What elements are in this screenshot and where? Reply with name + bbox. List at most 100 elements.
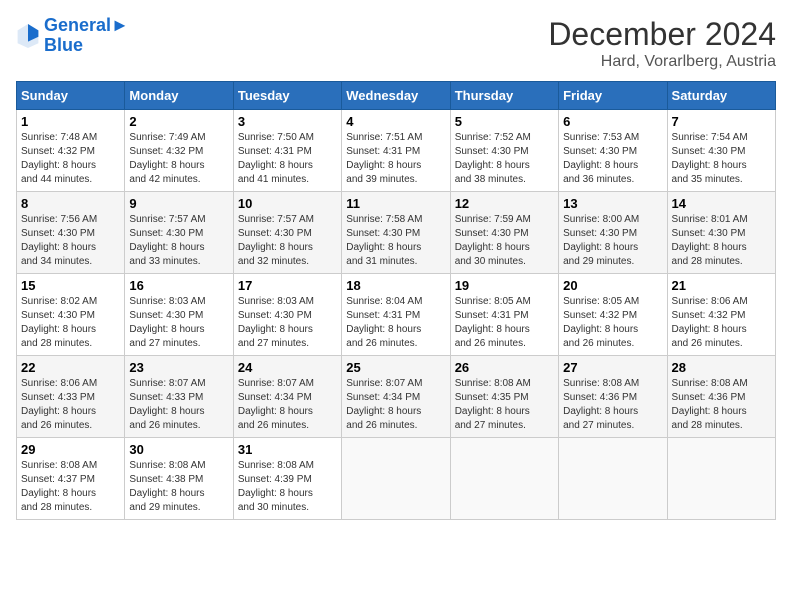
calendar-week-row: 22 Sunrise: 8:06 AM Sunset: 4:33 PM Dayli… [17, 356, 776, 438]
calendar-cell: 5 Sunrise: 7:52 AM Sunset: 4:30 PM Daylig… [450, 110, 558, 192]
day-info: Sunrise: 7:50 AM Sunset: 4:31 PM Dayligh… [238, 131, 337, 187]
calendar-cell: 22 Sunrise: 8:06 AM Sunset: 4:33 PM Dayli… [17, 356, 125, 438]
day-number: 29 [21, 442, 120, 457]
location-title: Hard, Vorarlberg, Austria [548, 53, 776, 71]
calendar-cell: 21 Sunrise: 8:06 AM Sunset: 4:32 PM Dayli… [667, 274, 775, 356]
logo-general: General [44, 15, 111, 35]
day-number: 8 [21, 196, 120, 211]
page-header: General► Blue December 2024 Hard, Vorarl… [16, 16, 776, 71]
day-info: Sunrise: 7:54 AM Sunset: 4:30 PM Dayligh… [672, 131, 771, 187]
calendar-cell: 27 Sunrise: 8:08 AM Sunset: 4:36 PM Dayli… [559, 356, 667, 438]
calendar-cell: 4 Sunrise: 7:51 AM Sunset: 4:31 PM Daylig… [342, 110, 450, 192]
calendar-cell: 1 Sunrise: 7:48 AM Sunset: 4:32 PM Daylig… [17, 110, 125, 192]
day-number: 30 [129, 442, 228, 457]
day-info: Sunrise: 8:06 AM Sunset: 4:32 PM Dayligh… [672, 295, 771, 351]
calendar-cell: 10Sunrise: 7:57 AM Sunset: 4:30 PM Dayli… [233, 192, 341, 274]
weekday-header: Tuesday [233, 82, 341, 110]
day-number: 4 [346, 114, 445, 129]
day-number: 26 [455, 360, 554, 375]
day-number: 13 [563, 196, 662, 211]
calendar-cell: 18Sunrise: 8:04 AM Sunset: 4:31 PM Dayli… [342, 274, 450, 356]
day-number: 23 [129, 360, 228, 375]
day-number: 21 [672, 278, 771, 293]
calendar-cell: 8 Sunrise: 7:56 AM Sunset: 4:30 PM Daylig… [17, 192, 125, 274]
day-number: 20 [563, 278, 662, 293]
calendar-week-row: 29 Sunrise: 8:08 AM Sunset: 4:37 PM Dayli… [17, 438, 776, 520]
calendar-table: SundayMondayTuesdayWednesdayThursdayFrid… [16, 81, 776, 520]
day-number: 5 [455, 114, 554, 129]
day-number: 1 [21, 114, 120, 129]
day-info: Sunrise: 8:08 AM Sunset: 4:35 PM Dayligh… [455, 377, 554, 433]
day-number: 19 [455, 278, 554, 293]
calendar-cell: 15Sunrise: 8:02 AM Sunset: 4:30 PM Dayli… [17, 274, 125, 356]
day-info: Sunrise: 8:05 AM Sunset: 4:32 PM Dayligh… [563, 295, 662, 351]
day-info: Sunrise: 7:59 AM Sunset: 4:30 PM Dayligh… [455, 213, 554, 269]
day-number: 24 [238, 360, 337, 375]
calendar-cell: 20 Sunrise: 8:05 AM Sunset: 4:32 PM Dayli… [559, 274, 667, 356]
weekday-header-row: SundayMondayTuesdayWednesdayThursdayFrid… [17, 82, 776, 110]
day-number: 18 [346, 278, 445, 293]
day-number: 11 [346, 196, 445, 211]
calendar-cell: 11 Sunrise: 7:58 AM Sunset: 4:30 PM Dayli… [342, 192, 450, 274]
calendar-cell: 30 Sunrise: 8:08 AM Sunset: 4:38 PM Dayli… [125, 438, 233, 520]
day-number: 27 [563, 360, 662, 375]
day-number: 17 [238, 278, 337, 293]
weekday-header: Wednesday [342, 82, 450, 110]
calendar-cell: 31 Sunrise: 8:08 AM Sunset: 4:39 PM Dayli… [233, 438, 341, 520]
calendar-cell: 6Sunrise: 7:53 AM Sunset: 4:30 PM Daylig… [559, 110, 667, 192]
calendar-cell [667, 438, 775, 520]
logo-text: General► Blue [44, 16, 129, 56]
day-info: Sunrise: 8:03 AM Sunset: 4:30 PM Dayligh… [238, 295, 337, 351]
day-number: 31 [238, 442, 337, 457]
day-info: Sunrise: 8:03 AM Sunset: 4:30 PM Dayligh… [129, 295, 228, 351]
calendar-cell: 3 Sunrise: 7:50 AM Sunset: 4:31 PM Daylig… [233, 110, 341, 192]
weekday-header: Friday [559, 82, 667, 110]
day-info: Sunrise: 8:08 AM Sunset: 4:38 PM Dayligh… [129, 459, 228, 515]
day-number: 25 [346, 360, 445, 375]
weekday-header: Monday [125, 82, 233, 110]
day-info: Sunrise: 7:49 AM Sunset: 4:32 PM Dayligh… [129, 131, 228, 187]
calendar-cell: 17 Sunrise: 8:03 AM Sunset: 4:30 PM Dayli… [233, 274, 341, 356]
logo: General► Blue [16, 16, 129, 56]
day-info: Sunrise: 7:57 AM Sunset: 4:30 PM Dayligh… [238, 213, 337, 269]
calendar-cell: 28Sunrise: 8:08 AM Sunset: 4:36 PM Dayli… [667, 356, 775, 438]
month-title: December 2024 [548, 16, 776, 53]
calendar-week-row: 8 Sunrise: 7:56 AM Sunset: 4:30 PM Daylig… [17, 192, 776, 274]
day-info: Sunrise: 8:08 AM Sunset: 4:36 PM Dayligh… [672, 377, 771, 433]
day-info: Sunrise: 7:57 AM Sunset: 4:30 PM Dayligh… [129, 213, 228, 269]
logo-icon [16, 22, 40, 50]
day-number: 2 [129, 114, 228, 129]
calendar-cell [342, 438, 450, 520]
calendar-cell: 2 Sunrise: 7:49 AM Sunset: 4:32 PM Daylig… [125, 110, 233, 192]
day-info: Sunrise: 8:05 AM Sunset: 4:31 PM Dayligh… [455, 295, 554, 351]
day-info: Sunrise: 7:48 AM Sunset: 4:32 PM Dayligh… [21, 131, 120, 187]
day-number: 3 [238, 114, 337, 129]
day-info: Sunrise: 8:02 AM Sunset: 4:30 PM Dayligh… [21, 295, 120, 351]
day-info: Sunrise: 7:56 AM Sunset: 4:30 PM Dayligh… [21, 213, 120, 269]
day-info: Sunrise: 8:06 AM Sunset: 4:33 PM Dayligh… [21, 377, 120, 433]
calendar-cell [559, 438, 667, 520]
calendar-cell: 24Sunrise: 8:07 AM Sunset: 4:34 PM Dayli… [233, 356, 341, 438]
day-info: Sunrise: 8:00 AM Sunset: 4:30 PM Dayligh… [563, 213, 662, 269]
day-info: Sunrise: 8:08 AM Sunset: 4:39 PM Dayligh… [238, 459, 337, 515]
calendar-cell: 9 Sunrise: 7:57 AM Sunset: 4:30 PM Daylig… [125, 192, 233, 274]
day-info: Sunrise: 7:52 AM Sunset: 4:30 PM Dayligh… [455, 131, 554, 187]
day-number: 14 [672, 196, 771, 211]
calendar-cell: 14 Sunrise: 8:01 AM Sunset: 4:30 PM Dayli… [667, 192, 775, 274]
day-info: Sunrise: 8:01 AM Sunset: 4:30 PM Dayligh… [672, 213, 771, 269]
calendar-cell: 29 Sunrise: 8:08 AM Sunset: 4:37 PM Dayli… [17, 438, 125, 520]
calendar-cell: 23 Sunrise: 8:07 AM Sunset: 4:33 PM Dayli… [125, 356, 233, 438]
day-number: 22 [21, 360, 120, 375]
weekday-header: Thursday [450, 82, 558, 110]
day-info: Sunrise: 8:07 AM Sunset: 4:33 PM Dayligh… [129, 377, 228, 433]
weekday-header: Sunday [17, 82, 125, 110]
day-info: Sunrise: 8:08 AM Sunset: 4:37 PM Dayligh… [21, 459, 120, 515]
calendar-week-row: 1 Sunrise: 7:48 AM Sunset: 4:32 PM Daylig… [17, 110, 776, 192]
day-number: 7 [672, 114, 771, 129]
day-info: Sunrise: 8:08 AM Sunset: 4:36 PM Dayligh… [563, 377, 662, 433]
day-number: 12 [455, 196, 554, 211]
day-info: Sunrise: 7:51 AM Sunset: 4:31 PM Dayligh… [346, 131, 445, 187]
day-number: 16 [129, 278, 228, 293]
day-number: 9 [129, 196, 228, 211]
day-info: Sunrise: 7:58 AM Sunset: 4:30 PM Dayligh… [346, 213, 445, 269]
